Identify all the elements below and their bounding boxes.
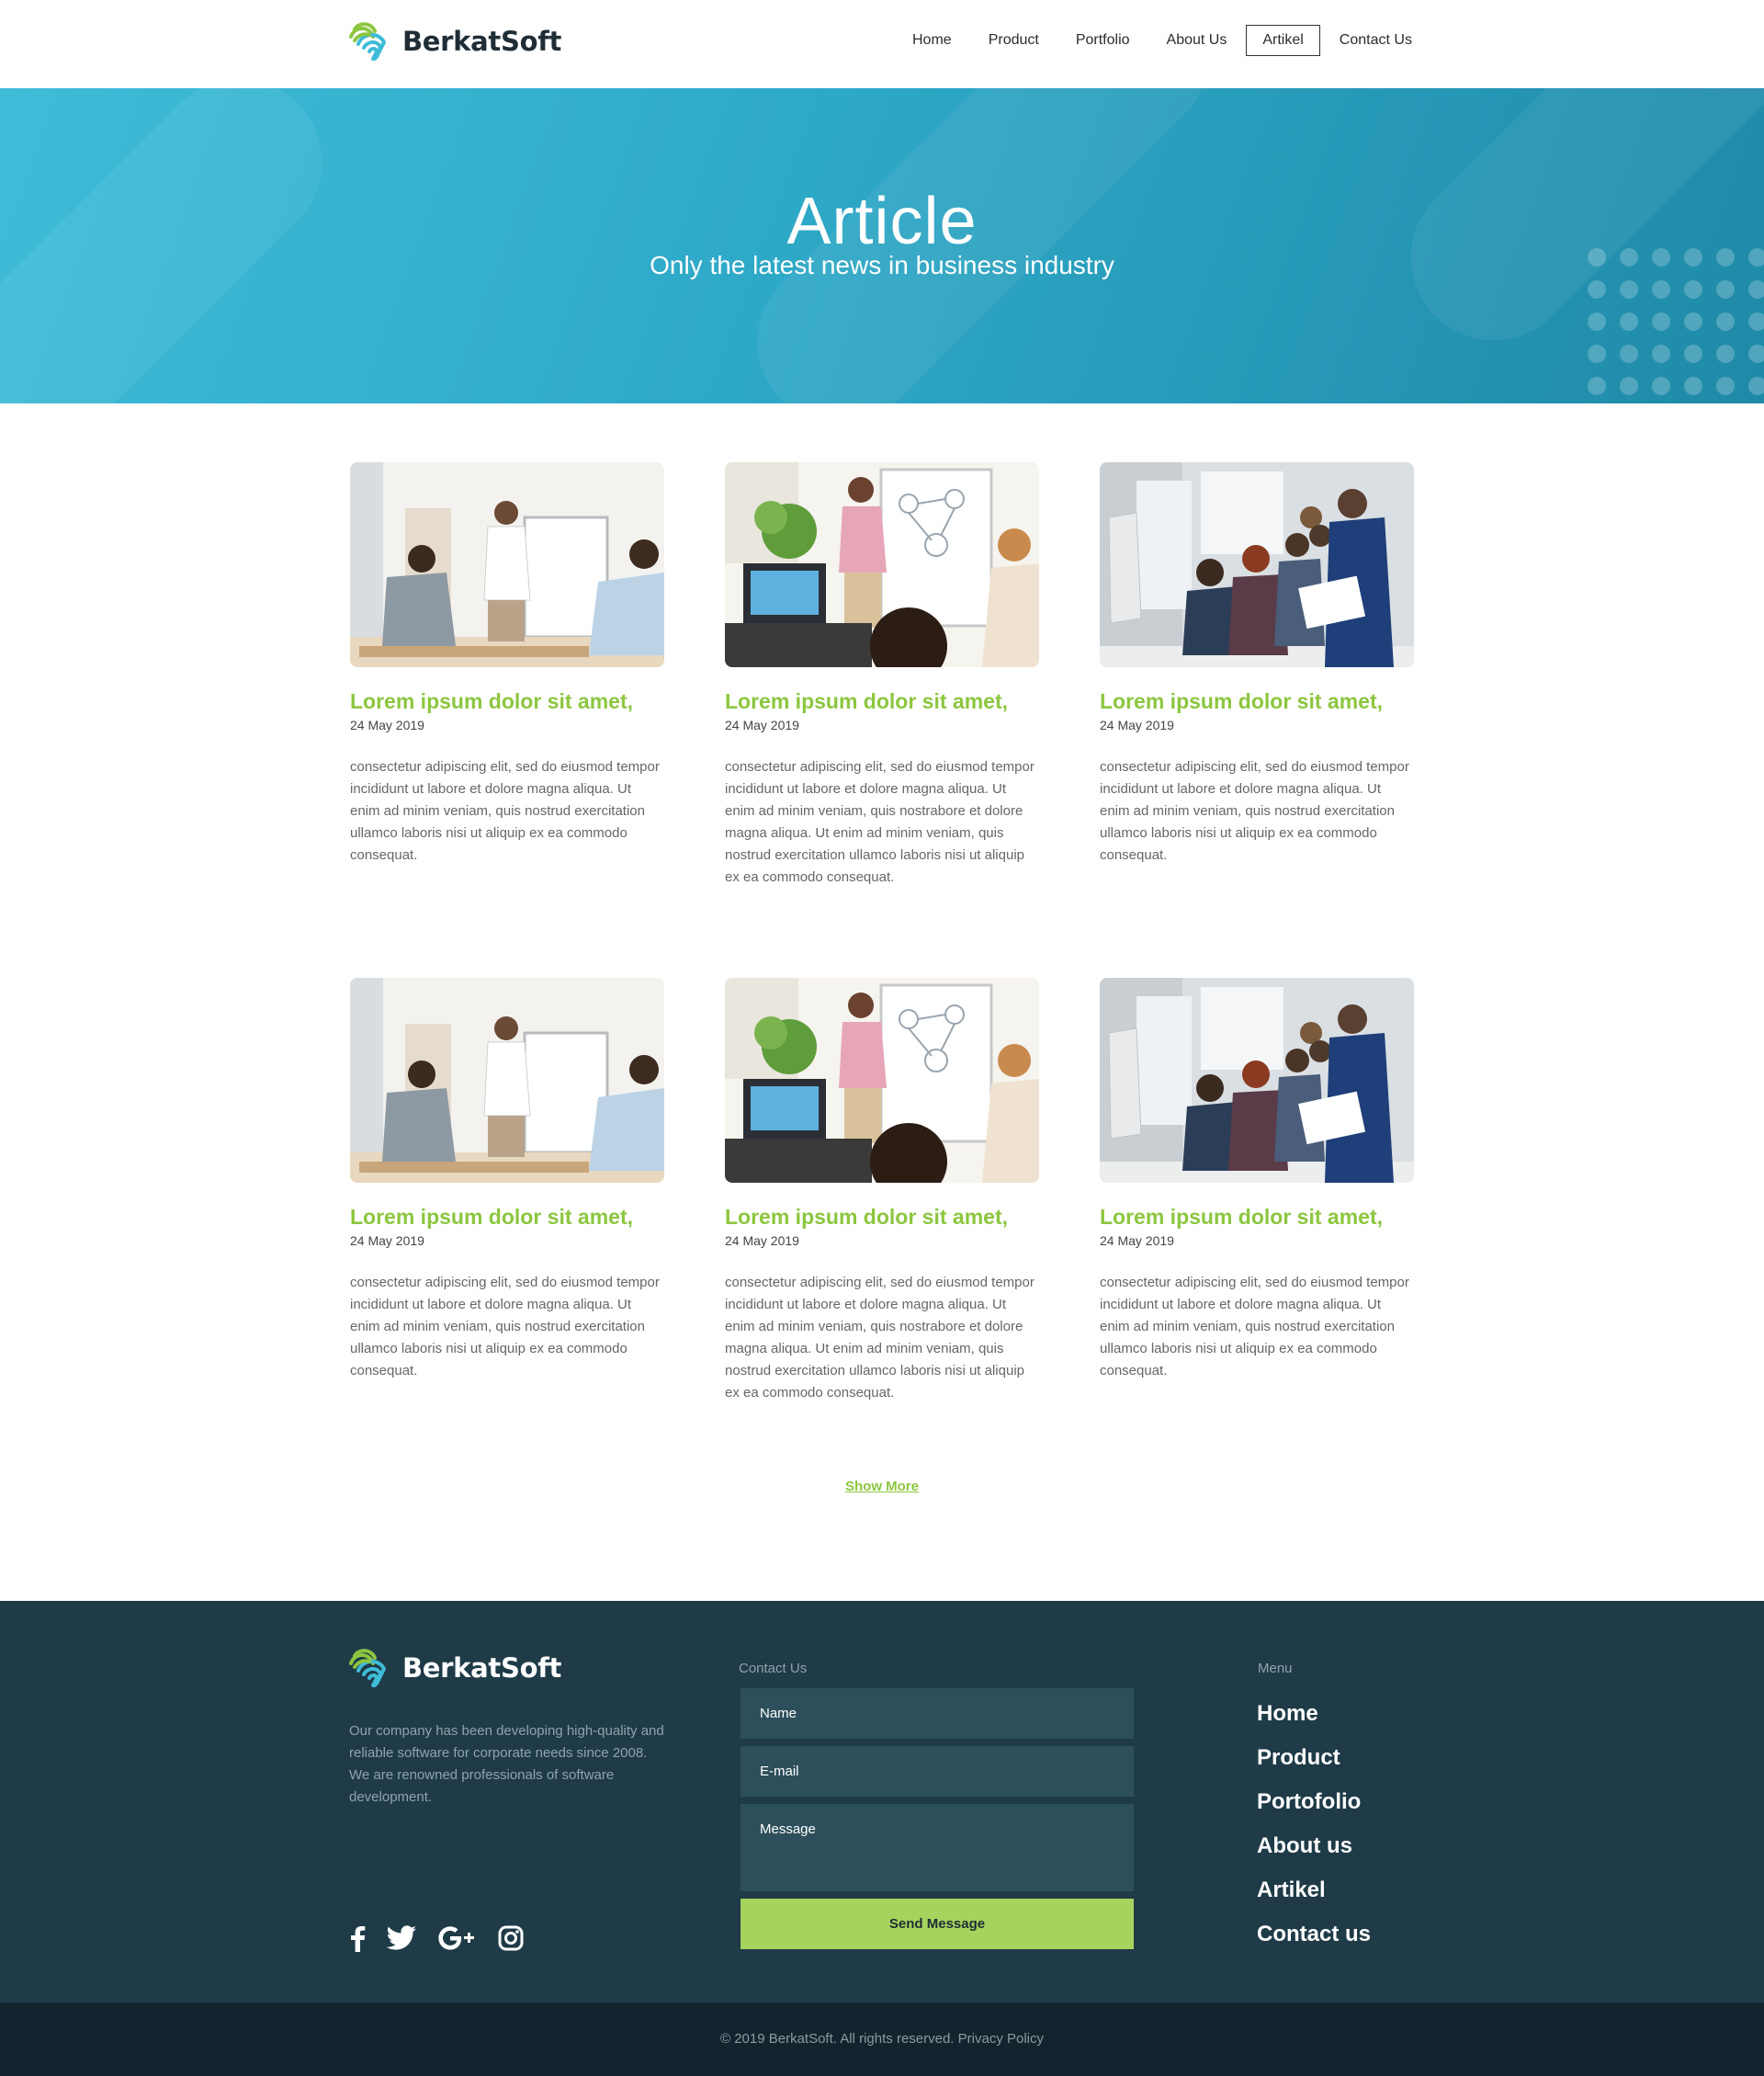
main-nav: Home Product Portfolio About Us Artikel … bbox=[895, 25, 1431, 56]
meeting-whiteboard-photo[interactable] bbox=[350, 462, 664, 667]
menu-heading: Menu bbox=[1258, 1661, 1293, 1676]
article-date: 24 May 2019 bbox=[350, 1233, 424, 1248]
article-excerpt: consectetur adipiscing elit, sed do eius… bbox=[350, 1275, 660, 1378]
team-laughing-photo[interactable] bbox=[1100, 462, 1414, 667]
instagram-icon[interactable] bbox=[498, 1923, 524, 1954]
article-title[interactable]: Lorem ipsum dolor sit amet, bbox=[1100, 1205, 1414, 1230]
nav-portfolio[interactable]: Portfolio bbox=[1058, 25, 1148, 56]
google-plus-icon[interactable] bbox=[437, 1923, 478, 1954]
article-excerpt: consectetur adipiscing elit, sed do eius… bbox=[1100, 759, 1409, 863]
article-excerpt: consectetur adipiscing elit, sed do eius… bbox=[725, 1275, 1035, 1401]
page-title: Article bbox=[786, 185, 978, 258]
company-description: Our company has been developing high-qua… bbox=[349, 1723, 664, 1805]
social-links bbox=[349, 1923, 524, 1954]
fingerprint-logo-icon bbox=[349, 22, 387, 61]
footer-menu-contact-us[interactable]: Contact us bbox=[1257, 1921, 1371, 1965]
article-date: 24 May 2019 bbox=[350, 718, 424, 732]
footer-menu: Home Product Portofolio About us Artikel… bbox=[1257, 1700, 1371, 1965]
footer-menu-portofolio[interactable]: Portofolio bbox=[1257, 1788, 1371, 1832]
brand-name: BerkatSoft bbox=[402, 26, 562, 57]
footer-brand-name: BerkatSoft bbox=[402, 1652, 562, 1684]
email-field[interactable]: E-mail bbox=[741, 1746, 1134, 1797]
nav-about-us[interactable]: About Us bbox=[1149, 25, 1245, 56]
article-card[interactable]: Lorem ipsum dolor sit amet, 24 May 2019 … bbox=[350, 462, 664, 867]
privacy-policy-link[interactable]: Privacy Policy bbox=[958, 2031, 1044, 2047]
page-subtitle: Only the latest news in business industr… bbox=[650, 251, 1114, 279]
article-card[interactable]: Lorem ipsum dolor sit amet, 24 May 2019 … bbox=[725, 462, 1039, 889]
send-message-button[interactable]: Send Message bbox=[741, 1899, 1134, 1949]
footer-menu-product[interactable]: Product bbox=[1257, 1744, 1371, 1788]
twitter-icon[interactable] bbox=[386, 1923, 417, 1954]
presentation-flipchart-photo[interactable] bbox=[725, 462, 1039, 667]
footer-menu-artikel[interactable]: Artikel bbox=[1257, 1877, 1371, 1921]
copyright-bar: © 2019 BerkatSoft. All rights reserved. … bbox=[0, 2002, 1764, 2076]
article-excerpt: consectetur adipiscing elit, sed do eius… bbox=[725, 759, 1035, 885]
presentation-flipchart-photo[interactable] bbox=[725, 978, 1039, 1183]
header-logo[interactable]: BerkatSoft bbox=[349, 20, 561, 62]
footer-logo[interactable]: BerkatSoft bbox=[349, 1647, 561, 1689]
contact-heading: Contact Us bbox=[739, 1661, 808, 1676]
fingerprint-logo-icon bbox=[349, 1649, 387, 1687]
article-excerpt: consectetur adipiscing elit, sed do eius… bbox=[350, 759, 660, 863]
article-date: 24 May 2019 bbox=[725, 1233, 799, 1248]
footer-menu-about-us[interactable]: About us bbox=[1257, 1832, 1371, 1877]
site-header: BerkatSoft Home Product Portfolio About … bbox=[0, 0, 1764, 88]
article-title[interactable]: Lorem ipsum dolor sit amet, bbox=[725, 1205, 1039, 1230]
meeting-whiteboard-photo[interactable] bbox=[350, 978, 664, 1183]
nav-product[interactable]: Product bbox=[971, 25, 1057, 56]
article-date: 24 May 2019 bbox=[725, 718, 799, 732]
article-excerpt: consectetur adipiscing elit, sed do eius… bbox=[1100, 1275, 1409, 1378]
article-title[interactable]: Lorem ipsum dolor sit amet, bbox=[350, 1205, 664, 1230]
article-card[interactable]: Lorem ipsum dolor sit amet, 24 May 2019 … bbox=[1100, 978, 1414, 1382]
team-laughing-photo[interactable] bbox=[1100, 978, 1414, 1183]
hero-banner: Article Only the latest news in business… bbox=[0, 88, 1764, 403]
article-date: 24 May 2019 bbox=[1100, 718, 1174, 732]
nav-contact-us[interactable]: Contact Us bbox=[1322, 25, 1430, 56]
article-card[interactable]: Lorem ipsum dolor sit amet, 24 May 2019 … bbox=[1100, 462, 1414, 867]
name-field[interactable]: Name bbox=[741, 1688, 1134, 1739]
nav-artikel[interactable]: Artikel bbox=[1246, 25, 1320, 56]
article-title[interactable]: Lorem ipsum dolor sit amet, bbox=[1100, 689, 1414, 714]
article-card[interactable]: Lorem ipsum dolor sit amet, 24 May 2019 … bbox=[725, 978, 1039, 1404]
site-footer: BerkatSoft Our company has been developi… bbox=[0, 1601, 1764, 2002]
article-title[interactable]: Lorem ipsum dolor sit amet, bbox=[725, 689, 1039, 714]
footer-menu-home[interactable]: Home bbox=[1257, 1700, 1371, 1744]
article-date: 24 May 2019 bbox=[1100, 1233, 1174, 1248]
facebook-icon[interactable] bbox=[349, 1923, 366, 1954]
show-more-wrapper: Show More bbox=[0, 1479, 1764, 1495]
article-title[interactable]: Lorem ipsum dolor sit amet, bbox=[350, 689, 664, 714]
nav-home[interactable]: Home bbox=[895, 25, 969, 56]
message-field[interactable]: Message bbox=[741, 1804, 1134, 1891]
article-card[interactable]: Lorem ipsum dolor sit amet, 24 May 2019 … bbox=[350, 978, 664, 1382]
show-more-link[interactable]: Show More bbox=[845, 1479, 919, 1494]
copyright-text: © 2019 BerkatSoft. All rights reserved. bbox=[719, 2031, 955, 2047]
